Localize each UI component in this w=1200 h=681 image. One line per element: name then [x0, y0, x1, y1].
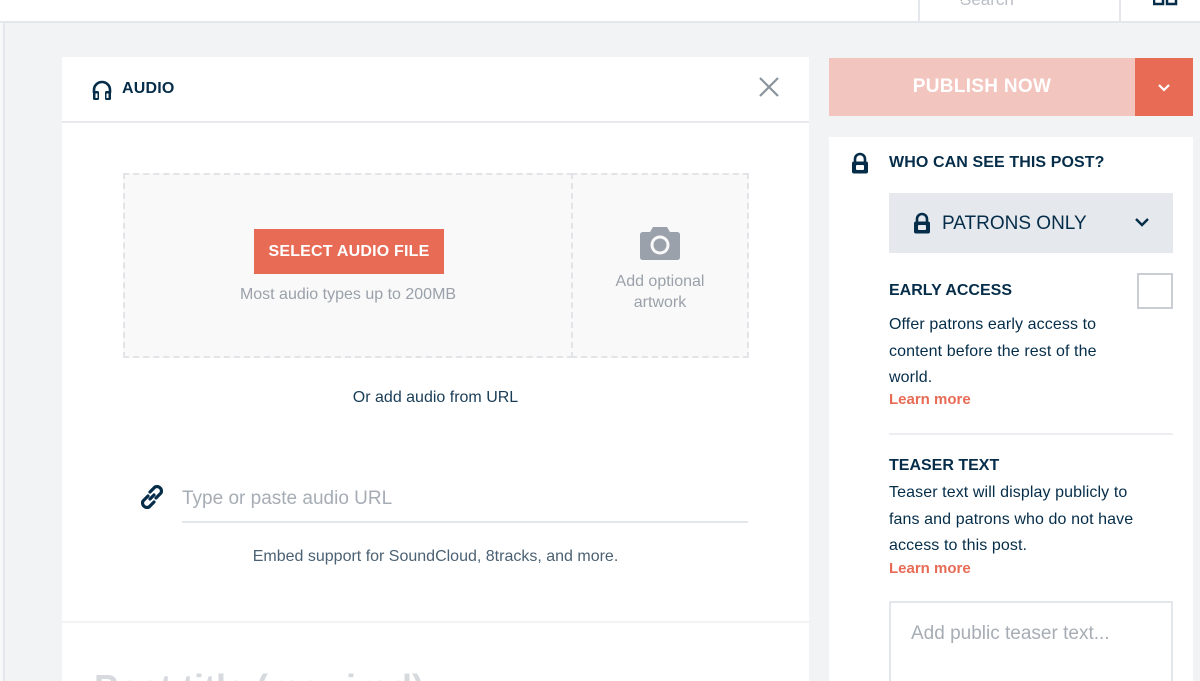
audio-card: AUDIO SELECT AUDIO FILE Most audio types…: [62, 57, 809, 621]
teaser-text-input[interactable]: [889, 601, 1173, 681]
post-title-placeholder[interactable]: Post title (required): [94, 667, 424, 681]
teaser-learn-more-link[interactable]: Learn more: [889, 560, 971, 577]
visibility-selected-value: PATRONS ONLY: [942, 213, 1087, 234]
embed-support-note: Embed support for SoundCloud, 8tracks, a…: [252, 548, 619, 565]
close-icon[interactable]: [758, 76, 780, 98]
file-type-hint: Most audio types up to 200MB: [239, 286, 457, 303]
audio-card-title: AUDIO: [122, 80, 175, 97]
publish-now-button[interactable]: PUBLISH NOW: [829, 58, 1135, 116]
select-audio-file-button[interactable]: SELECT AUDIO FILE: [254, 229, 444, 274]
link-icon: [140, 484, 164, 510]
early-access-description: Offer patrons early access to content be…: [889, 316, 1097, 386]
headphones-icon: [92, 80, 112, 100]
lock-icon: [914, 212, 930, 234]
grid-icon[interactable]: [1153, 0, 1179, 6]
teaser-text-description: Teaser text will display publicly to fan…: [889, 484, 1134, 554]
chevron-down-icon: [1158, 84, 1170, 92]
artwork-dropzone[interactable]: Add optional artwork: [571, 173, 749, 358]
camera-icon: [640, 227, 680, 260]
audio-url-input[interactable]: [182, 477, 748, 523]
divider: [889, 433, 1173, 435]
post-title-card: Post title (required): [62, 623, 809, 681]
early-access-heading: EARLY ACCESS: [889, 282, 1012, 299]
search-label: Search: [960, 0, 1014, 9]
left-rail: [0, 23, 5, 681]
early-access-checkbox[interactable]: [1137, 273, 1173, 309]
audio-card-header: AUDIO: [62, 57, 809, 123]
publish-options-button[interactable]: [1135, 58, 1193, 116]
visibility-select[interactable]: PATRONS ONLY: [889, 193, 1173, 253]
post-settings-panel: WHO CAN SEE THIS POST? PATRONS ONLY EARL…: [829, 137, 1193, 681]
teaser-text-heading: TEASER TEXT: [889, 457, 1000, 474]
visibility-heading: WHO CAN SEE THIS POST?: [889, 154, 1105, 171]
artwork-label-line2: artwork: [633, 294, 687, 311]
search-icon: [960, 0, 962, 1]
or-add-from-url-label: Or add audio from URL: [352, 389, 519, 406]
chevron-down-icon: [1135, 218, 1149, 227]
artwork-label: Add optional artwork: [573, 271, 747, 313]
audio-dropzone[interactable]: SELECT AUDIO FILE Most audio types up to…: [123, 173, 573, 358]
lock-icon: [852, 152, 868, 174]
search-box[interactable]: Search: [918, 0, 1121, 23]
artwork-label-line1: Add optional: [615, 273, 705, 290]
early-access-learn-more-link[interactable]: Learn more: [889, 391, 971, 408]
top-bar: Search: [0, 0, 1200, 23]
